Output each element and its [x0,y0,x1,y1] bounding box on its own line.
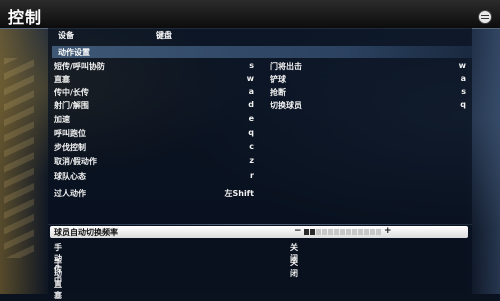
slider-segment [334,229,339,235]
binding-row-pace-control[interactable]: 步伐控制 c [54,142,254,154]
binding-label: 铲球 [270,75,286,84]
binding-row-slide-tackle[interactable]: 铲球 a [270,74,466,86]
slider-segment [352,229,357,235]
binding-row-call-run[interactable]: 呼叫跑位 q [54,128,254,140]
menu-icon[interactable] [478,10,492,24]
slider-segment [364,229,369,235]
slider-increase-button[interactable]: + [384,226,392,236]
section-header-label: 动作设置 [58,48,90,57]
binding-label: 呼叫跑位 [54,129,86,138]
title-bar: 控制 [0,0,500,29]
binding-key: r [250,171,254,180]
binding-key: q [248,128,254,137]
binding-key: e [248,114,254,123]
binding-label: 抢断 [270,88,286,97]
binding-row-tackle[interactable]: 抢断 s [270,87,466,99]
option-value[interactable]: 关闭 [290,257,298,279]
binding-label: 传中/长传 [54,88,89,97]
option-label: 手动直塞 [54,258,62,300]
slider-track[interactable] [304,229,381,235]
section-header-action-settings: 动作设置 [52,46,472,58]
binding-key: d [248,100,254,109]
binding-row-short-pass[interactable]: 短传/呼叫协防 s [54,61,254,73]
binding-key: q [460,100,466,109]
binding-row-keeper-rush[interactable]: 门将出击 w [270,61,466,73]
tab-row: 设备 键盘 [48,30,472,44]
slider-segment [376,229,381,235]
controls-panel: 设备 键盘 动作设置 短传/呼叫协防 s 直塞 w 传中/长传 a 射门/解围 … [48,28,472,300]
binding-label: 直塞 [54,75,70,84]
slider-segment [322,229,327,235]
divider [48,224,472,225]
binding-key: a [460,74,466,83]
binding-row-switch-player[interactable]: 切换球员 q [270,100,466,112]
auto-switch-slider[interactable]: − + [294,226,394,237]
binding-label: 射门/解围 [54,101,89,110]
slider-segment [370,229,375,235]
slider-segment [304,229,309,235]
binding-label: 短传/呼叫协防 [54,62,105,71]
binding-row-skill-move[interactable]: 过人动作 左Shift [54,188,254,200]
binding-key: z [249,156,254,165]
background-art-left [0,28,50,294]
binding-key: c [249,142,254,151]
slider-segment [316,229,321,235]
binding-label: 切换球员 [270,101,302,110]
tab-device[interactable]: 设备 [58,30,74,41]
binding-row-cancel-fake[interactable]: 取消/假动作 z [54,156,254,168]
option-auto-switch-row[interactable]: 球员自动切换频率 − + [50,226,468,238]
binding-key: a [248,87,254,96]
binding-key: s [249,61,254,70]
binding-row-sprint[interactable]: 加速 e [54,114,254,126]
binding-label: 取消/假动作 [54,157,97,166]
binding-row-shoot[interactable]: 射门/解围 d [54,100,254,112]
binding-label: 球队心态 [54,172,86,181]
binding-row-through-ball[interactable]: 直塞 w [54,74,254,86]
slider-segment [310,229,315,235]
binding-row-cross[interactable]: 传中/长传 a [54,87,254,99]
slider-segment [346,229,351,235]
slider-segment [340,229,345,235]
binding-label: 步伐控制 [54,143,86,152]
slider-decrease-button[interactable]: − [294,226,302,236]
binding-key: w [458,61,466,70]
slider-segment [358,229,363,235]
binding-key: s [461,87,466,96]
option-label: 球员自动切换频率 [54,228,118,237]
binding-label: 门将出击 [270,62,302,71]
binding-key: 左Shift [224,189,254,198]
page-title: 控制 [8,8,43,27]
slider-segment [328,229,333,235]
binding-key: w [246,74,254,83]
binding-row-team-mentality[interactable]: 球队心态 r [54,171,254,183]
binding-label: 过人动作 [54,189,86,198]
tab-keyboard[interactable]: 键盘 [156,30,172,41]
binding-label: 加速 [54,115,70,124]
